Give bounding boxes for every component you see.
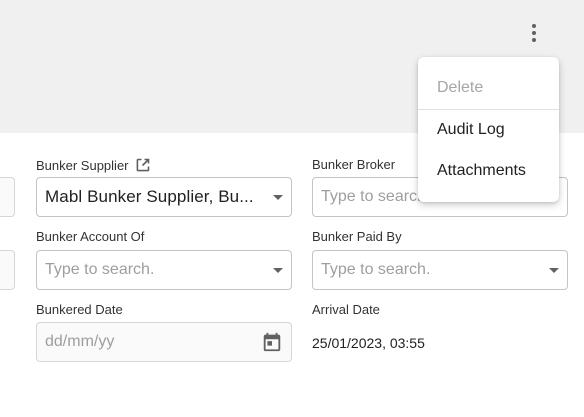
- chevron-down-icon[interactable]: [273, 194, 283, 200]
- bunkered-date-label: Bunkered Date: [36, 302, 123, 317]
- clipped-left-field[interactable]: [0, 250, 15, 290]
- bunker-paid-by-input[interactable]: [321, 261, 543, 279]
- chevron-down-icon[interactable]: [549, 267, 559, 273]
- bunker-account-of-label: Bunker Account Of: [36, 229, 145, 244]
- chevron-down-icon[interactable]: [273, 267, 283, 273]
- bunkered-date-input[interactable]: [45, 333, 261, 351]
- menu-item-attachments[interactable]: Attachments: [418, 162, 559, 180]
- clipped-left-field[interactable]: [0, 177, 15, 217]
- actions-menu: Delete Audit Log Attachments: [418, 57, 559, 202]
- more-vert-icon[interactable]: [521, 20, 547, 46]
- bunker-supplier-label: Bunker Supplier: [36, 157, 151, 176]
- bunker-broker-label: Bunker Broker: [312, 157, 396, 172]
- bunker-supplier-value: Mabl Bunker Supplier, Bu...: [45, 187, 254, 206]
- bunker-paid-by-label: Bunker Paid By: [312, 229, 402, 244]
- bunker-account-of-select[interactable]: [36, 250, 292, 290]
- bunker-paid-by-select[interactable]: [312, 250, 568, 290]
- bunker-supplier-select[interactable]: Mabl Bunker Supplier, Bu...: [36, 177, 292, 217]
- bunker-account-of-input[interactable]: [45, 261, 267, 279]
- arrival-date-value: 25/01/2023, 03:55: [312, 335, 425, 351]
- calendar-icon[interactable]: [261, 331, 283, 353]
- menu-item-delete: Delete: [437, 79, 484, 96]
- open-in-new-icon[interactable]: [135, 157, 151, 176]
- bunkered-date-field[interactable]: [36, 322, 292, 362]
- bunker-supplier-label-text: Bunker Supplier: [36, 158, 129, 173]
- arrival-date-label: Arrival Date: [312, 302, 380, 317]
- menu-item-audit-log[interactable]: Audit Log: [418, 121, 559, 139]
- menu-divider: [418, 109, 559, 110]
